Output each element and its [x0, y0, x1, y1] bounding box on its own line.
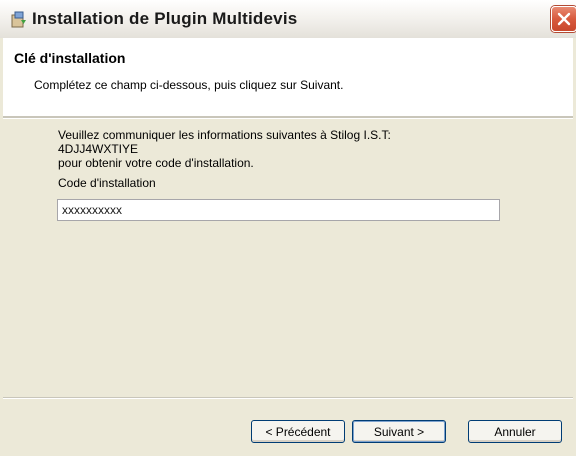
footer-divider	[3, 397, 573, 399]
installer-icon	[10, 11, 28, 29]
page-subtitle: Complétez ce champ ci-dessous, puis cliq…	[34, 78, 344, 92]
wizard-header: Clé d'installation Complétez ce champ ci…	[3, 38, 573, 116]
page-title: Clé d'installation	[14, 50, 126, 66]
title-bar[interactable]: Installation de Plugin Multidevis	[0, 0, 576, 38]
instruction-text-2: pour obtenir votre code d'installation.	[58, 156, 254, 170]
close-button[interactable]	[551, 6, 576, 32]
window-title: Installation de Plugin Multidevis	[32, 9, 298, 28]
instruction-text: Veuillez communiquer les informations su…	[58, 128, 391, 142]
code-label: Code d'installation	[58, 176, 156, 190]
installation-code-input[interactable]	[57, 199, 500, 221]
cancel-button[interactable]: Annuler	[468, 420, 562, 443]
next-button[interactable]: Suivant >	[352, 420, 446, 443]
installer-window: Installation de Plugin Multidevis Clé d'…	[0, 0, 576, 456]
previous-button[interactable]: < Précédent	[251, 420, 345, 443]
header-divider	[3, 116, 573, 119]
machine-key: 4DJJ4WXTIYE	[58, 142, 139, 156]
close-icon	[557, 12, 571, 26]
